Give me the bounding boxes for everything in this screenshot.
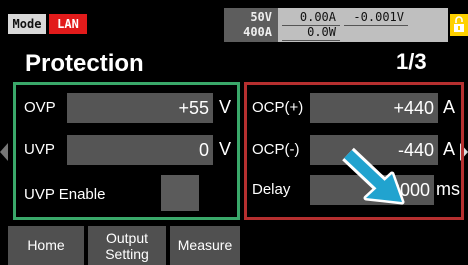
uvp-field[interactable]: 0 xyxy=(67,135,213,165)
ocp-plus-label: OCP(+) xyxy=(252,99,304,116)
home-softkey[interactable]: Home xyxy=(8,226,84,265)
measure-softkey[interactable]: Measure xyxy=(170,226,240,265)
device-screen: Mode LAN 50V 400A 0.00A -0.001V 0.0W Pro… xyxy=(0,0,468,265)
delay-unit: ms xyxy=(436,179,460,199)
output-setting-line2: Setting xyxy=(105,246,149,262)
lock-icon xyxy=(454,16,464,32)
meter-divider xyxy=(344,25,408,26)
chevron-left-icon[interactable] xyxy=(0,143,8,161)
arrow-pointer-icon xyxy=(342,147,405,205)
ovp-unit: V xyxy=(219,97,232,117)
uvp-label: UVP xyxy=(24,141,55,158)
mode-button[interactable]: Mode xyxy=(8,14,46,34)
page-indicator: 1/3 xyxy=(396,49,427,74)
uvp-enable-label: UVP Enable xyxy=(24,186,106,203)
lan-indicator: LAN xyxy=(49,14,87,34)
output-meter: 50V 400A 0.00A -0.001V 0.0W xyxy=(224,8,448,42)
rated-current: 400A xyxy=(243,25,272,39)
ovp-label: OVP xyxy=(24,99,56,116)
uvp-enable-checkbox[interactable] xyxy=(161,175,199,211)
delay-label: Delay xyxy=(252,181,291,198)
page-title: Protection xyxy=(25,50,144,77)
rated-voltage: 50V xyxy=(250,10,272,24)
lock-button[interactable] xyxy=(450,14,468,36)
meter-divider xyxy=(282,25,340,26)
ocp-plus-unit: A xyxy=(443,97,456,117)
voltage-protection-panel: OVP +55 V UVP 0 V UVP Enable xyxy=(13,82,240,220)
current-readout: 0.00A xyxy=(299,10,336,24)
ocp-minus-unit: A xyxy=(443,139,456,159)
output-setting-softkey[interactable]: Output Setting xyxy=(88,226,166,265)
ovp-field[interactable]: +55 xyxy=(67,93,213,123)
uvp-unit: V xyxy=(219,139,232,159)
voltage-readout: -0.001V xyxy=(353,10,404,24)
ocp-minus-label: OCP(-) xyxy=(252,141,300,158)
power-readout: 0.0W xyxy=(307,25,336,39)
rating-box: 50V 400A xyxy=(224,8,278,42)
output-setting-line1: Output xyxy=(105,230,149,246)
ocp-plus-field[interactable]: +440 xyxy=(310,93,438,123)
meter-divider xyxy=(282,40,340,41)
status-bar: Mode LAN 50V 400A 0.00A -0.001V 0.0W xyxy=(0,0,468,44)
